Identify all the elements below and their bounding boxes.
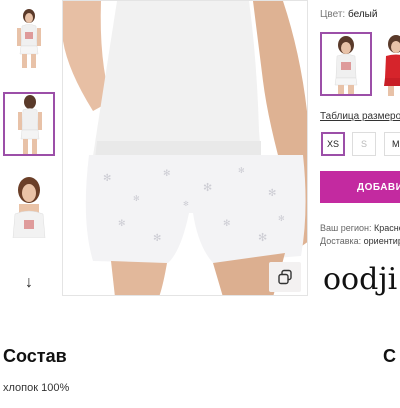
size-option-s[interactable]: S xyxy=(352,132,376,156)
arrow-down-icon[interactable]: ↓ xyxy=(19,273,39,293)
delivery-value: ориентир xyxy=(363,236,400,246)
region-info: Ваш регион: Красно Доставка: ориентир xyxy=(320,222,400,248)
svg-text:✻: ✻ xyxy=(163,168,171,178)
model-back-photo: ✻ ✻ ✻ ✻ ✻ ✻ ✻ ✻ ✻ ✻ ✻ ✻ xyxy=(63,1,307,295)
brand-logo: oodji xyxy=(323,262,398,297)
svg-text:✻: ✻ xyxy=(238,166,245,175)
svg-text:✻: ✻ xyxy=(103,173,111,184)
thumbnail-back-shorts[interactable] xyxy=(3,92,55,156)
care-title: С xyxy=(383,346,396,366)
color-value: белый xyxy=(347,9,378,20)
model-front-image xyxy=(5,6,53,68)
thumbnail-front-full[interactable] xyxy=(5,6,53,68)
main-product-image[interactable]: ✻ ✻ ✻ ✻ ✻ ✻ ✻ ✻ ✻ ✻ ✻ ✻ xyxy=(62,0,308,296)
color-swatch-red[interactable] xyxy=(378,32,400,96)
svg-text:✻: ✻ xyxy=(153,233,161,244)
swatch-red-image xyxy=(378,32,400,96)
region-value[interactable]: Красно xyxy=(374,223,400,233)
svg-text:✻: ✻ xyxy=(223,218,231,228)
size-option-xs[interactable]: XS xyxy=(321,132,345,156)
delivery-label: Доставка: xyxy=(320,236,362,246)
swatch-white-image xyxy=(322,34,370,94)
zoom-button[interactable] xyxy=(269,262,301,292)
composition-value: хлопок 100% xyxy=(3,382,70,394)
composition-title: Состав xyxy=(3,346,67,366)
svg-text:✻: ✻ xyxy=(258,232,267,244)
size-table-link[interactable]: Таблица размеров xyxy=(320,111,400,122)
zoom-icon xyxy=(278,269,292,285)
svg-text:✻: ✻ xyxy=(133,194,140,203)
color-swatch-white[interactable] xyxy=(320,32,372,96)
size-option-m[interactable]: M xyxy=(384,132,400,156)
model-closeup-image xyxy=(5,176,53,238)
svg-text:✻: ✻ xyxy=(203,182,212,194)
svg-text:✻: ✻ xyxy=(183,200,189,208)
thumbnail-column: ↓ xyxy=(0,0,60,300)
svg-text:✻: ✻ xyxy=(118,218,126,228)
thumbnail-top-closeup[interactable] xyxy=(5,176,53,238)
svg-text:✻: ✻ xyxy=(268,188,276,199)
model-back-image xyxy=(5,94,53,154)
region-label: Ваш регион: xyxy=(320,223,372,233)
color-label: Цвет: белый xyxy=(320,9,378,20)
svg-text:✻: ✻ xyxy=(278,214,285,223)
add-to-cart-button[interactable]: ДОБАВИ xyxy=(320,171,400,203)
